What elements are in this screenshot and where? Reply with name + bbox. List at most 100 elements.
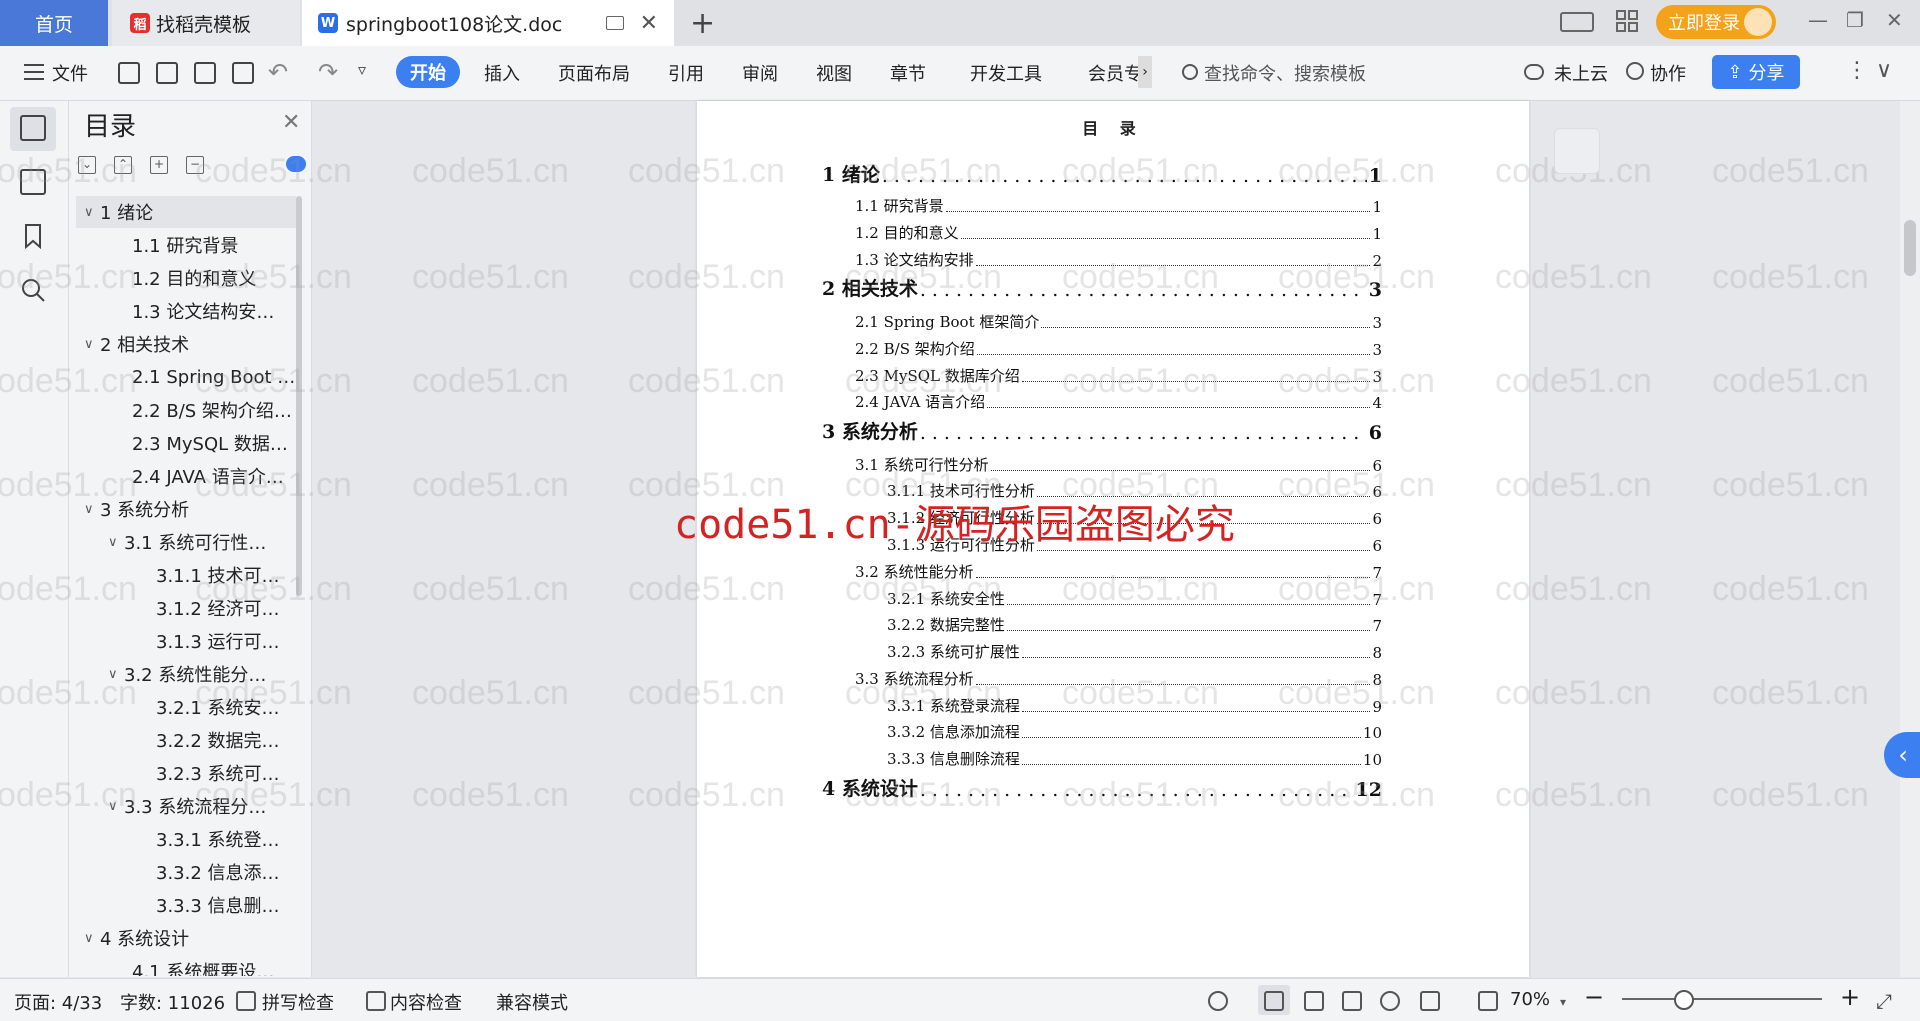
- reading-view-icon[interactable]: [1342, 991, 1362, 1011]
- toc-entry[interactable]: 2.4 JAVA 语言介绍 4: [855, 392, 1382, 412]
- toc-item[interactable]: 1.1 研究背景: [76, 229, 296, 261]
- toc-item[interactable]: ∨ 3 系统分析: [76, 493, 296, 525]
- toc-item[interactable]: 1.2 目的和意义: [76, 262, 296, 294]
- expand-caret-icon[interactable]: ∨: [108, 667, 124, 682]
- toc-item[interactable]: 2.2 B/S 架构介绍…: [76, 394, 296, 426]
- outline-view-icon[interactable]: [1304, 991, 1324, 1011]
- toc-item[interactable]: 2.1 Spring Boot …: [76, 361, 296, 393]
- toc-entry[interactable]: 1.3 论文结构安排 2: [855, 250, 1382, 270]
- expand-all-icon[interactable]: ⌄: [78, 156, 96, 174]
- layout-icon[interactable]: [1560, 12, 1594, 32]
- monitor-icon[interactable]: [606, 16, 624, 30]
- zoom-dropdown-icon[interactable]: ▾: [1560, 995, 1566, 1009]
- toc-entry[interactable]: 3.2.2 数据完整性 7: [887, 615, 1382, 635]
- toc-entry[interactable]: 1.2 目的和意义 1: [855, 223, 1382, 243]
- tab-references[interactable]: 引用: [668, 60, 704, 86]
- outline-icon[interactable]: [20, 115, 46, 141]
- toc-item[interactable]: 3.3.3 信息删…: [76, 889, 296, 921]
- content-check-button[interactable]: 内容检查: [390, 989, 462, 1015]
- eye-protection-icon[interactable]: [1208, 991, 1228, 1011]
- toc-item[interactable]: 3.2.3 系统可…: [76, 757, 296, 789]
- command-search-input[interactable]: 查找命令、搜索模板: [1204, 60, 1366, 86]
- toc-entry[interactable]: 2.2 B/S 架构介绍 3: [855, 339, 1382, 359]
- close-panel-icon[interactable]: ✕: [282, 110, 300, 135]
- expand-caret-icon[interactable]: ∨: [108, 535, 124, 550]
- toc-scrollbar[interactable]: [296, 196, 302, 596]
- bookmark-icon[interactable]: [20, 223, 46, 250]
- fit-page-icon[interactable]: [1478, 991, 1498, 1011]
- more-options-icon[interactable]: ⋮: [1846, 58, 1868, 83]
- zoom-level[interactable]: 70%: [1510, 989, 1550, 1010]
- toc-item[interactable]: ∨ 3.2 系统性能分…: [76, 658, 296, 690]
- redo-icon[interactable]: ↷: [318, 58, 338, 86]
- page-view-icon[interactable]: [1264, 991, 1284, 1011]
- tab-chapter[interactable]: 章节: [890, 60, 926, 86]
- collapse-ribbon-icon[interactable]: ∨: [1876, 58, 1892, 83]
- toc-item[interactable]: 2.3 MySQL 数据…: [76, 427, 296, 459]
- close-window-icon[interactable]: ✕: [1886, 8, 1903, 32]
- toc-item[interactable]: 2.4 JAVA 语言介…: [76, 460, 296, 492]
- toc-entry[interactable]: 3 系统分析..................................…: [822, 418, 1382, 444]
- toc-entry[interactable]: 3.2.1 系统安全性 7: [887, 589, 1382, 609]
- save-icon[interactable]: [118, 62, 140, 84]
- add-heading-icon[interactable]: +: [150, 156, 168, 174]
- toc-item[interactable]: ∨ 2 相关技术: [76, 328, 296, 360]
- zoom-out-icon[interactable]: −: [1584, 983, 1604, 1011]
- find-icon[interactable]: [20, 277, 46, 303]
- toc-item[interactable]: 3.2.2 数据完…: [76, 724, 296, 756]
- print-icon[interactable]: [194, 62, 216, 84]
- toc-entry[interactable]: 4 系统设计..................................…: [822, 775, 1382, 801]
- zoom-in-icon[interactable]: +: [1840, 983, 1860, 1011]
- expand-caret-icon[interactable]: ∨: [84, 337, 100, 352]
- web-view-icon[interactable]: [1380, 991, 1400, 1011]
- toc-item[interactable]: ∨ 3.1 系统可行性…: [76, 526, 296, 558]
- close-tab-icon[interactable]: ✕: [640, 11, 658, 36]
- expand-caret-icon[interactable]: ∨: [84, 205, 100, 220]
- share-button[interactable]: ⇪ 分享: [1712, 55, 1800, 89]
- tab-member[interactable]: 会员专: [1088, 60, 1142, 86]
- toc-entry[interactable]: 2.3 MySQL 数据库介绍 3: [855, 366, 1382, 386]
- toc-item[interactable]: 3.2.1 系统安…: [76, 691, 296, 723]
- toc-item[interactable]: ∨ 4 系统设计: [76, 922, 296, 954]
- toc-entry[interactable]: 3.2.3 系统可扩展性 8: [887, 642, 1382, 662]
- toc-item[interactable]: 3.1.2 经济可…: [76, 592, 296, 624]
- spell-check-button[interactable]: 拼写检查: [262, 989, 334, 1015]
- collaborate-button[interactable]: 协作: [1650, 60, 1686, 86]
- toc-entry[interactable]: 3.3.2 信息添加流程 10: [887, 722, 1382, 742]
- toc-item[interactable]: ∨ 1 绪论: [76, 196, 296, 228]
- tab-document[interactable]: Wspringboot108论文.doc ✕: [302, 0, 674, 46]
- toc-item[interactable]: 3.3.1 系统登…: [76, 823, 296, 855]
- tab-template[interactable]: 稻找稻壳模板: [112, 0, 300, 46]
- remove-heading-icon[interactable]: −: [186, 156, 204, 174]
- undo-icon[interactable]: ↶: [268, 58, 288, 86]
- toc-item[interactable]: 4.1 系统概要设…: [76, 955, 296, 976]
- toc-entry[interactable]: 3.2 系统性能分析 7: [855, 562, 1382, 582]
- zoom-slider[interactable]: [1622, 998, 1822, 1000]
- expand-caret-icon[interactable]: ∨: [84, 931, 100, 946]
- toc-entry[interactable]: 3.1 系统可行性分析 6: [855, 455, 1382, 475]
- minimize-icon[interactable]: —: [1808, 8, 1828, 32]
- tab-page-layout[interactable]: 页面布局: [558, 60, 630, 86]
- zoom-slider-handle[interactable]: [1674, 990, 1694, 1010]
- toc-entry[interactable]: 3.3.3 信息删除流程 10: [887, 749, 1382, 769]
- chapter-nav-icon[interactable]: [20, 169, 46, 195]
- expand-caret-icon[interactable]: ∨: [84, 502, 100, 517]
- toc-entry[interactable]: 1 绪论....................................…: [822, 161, 1382, 187]
- ai-assist-icon[interactable]: [286, 156, 306, 172]
- toc-entry[interactable]: 3.3.1 系统登录流程 9: [887, 696, 1382, 716]
- file-menu[interactable]: 文件: [52, 60, 88, 86]
- toc-entry[interactable]: 3.3 系统流程分析 8: [855, 669, 1382, 689]
- toc-item[interactable]: 1.3 论文结构安…: [76, 295, 296, 327]
- expand-caret-icon[interactable]: ∨: [108, 799, 124, 814]
- toc-item[interactable]: 3.1.1 技术可…: [76, 559, 296, 591]
- apps-grid-icon[interactable]: [1616, 10, 1638, 32]
- side-panel-toggle-icon[interactable]: ‹: [1884, 732, 1920, 778]
- collapse-all-icon[interactable]: ⌃: [114, 156, 132, 174]
- filter-float-icon[interactable]: [1554, 128, 1600, 174]
- fullscreen-icon[interactable]: ⤢: [1876, 989, 1892, 1013]
- toc-entry[interactable]: 2 相关技术..................................…: [822, 275, 1382, 301]
- tab-start[interactable]: 开始: [396, 56, 460, 88]
- quick-access-dropdown-icon[interactable]: ▿: [358, 60, 366, 79]
- scrollbar-thumb[interactable]: [1904, 220, 1916, 276]
- export-icon[interactable]: [156, 62, 178, 84]
